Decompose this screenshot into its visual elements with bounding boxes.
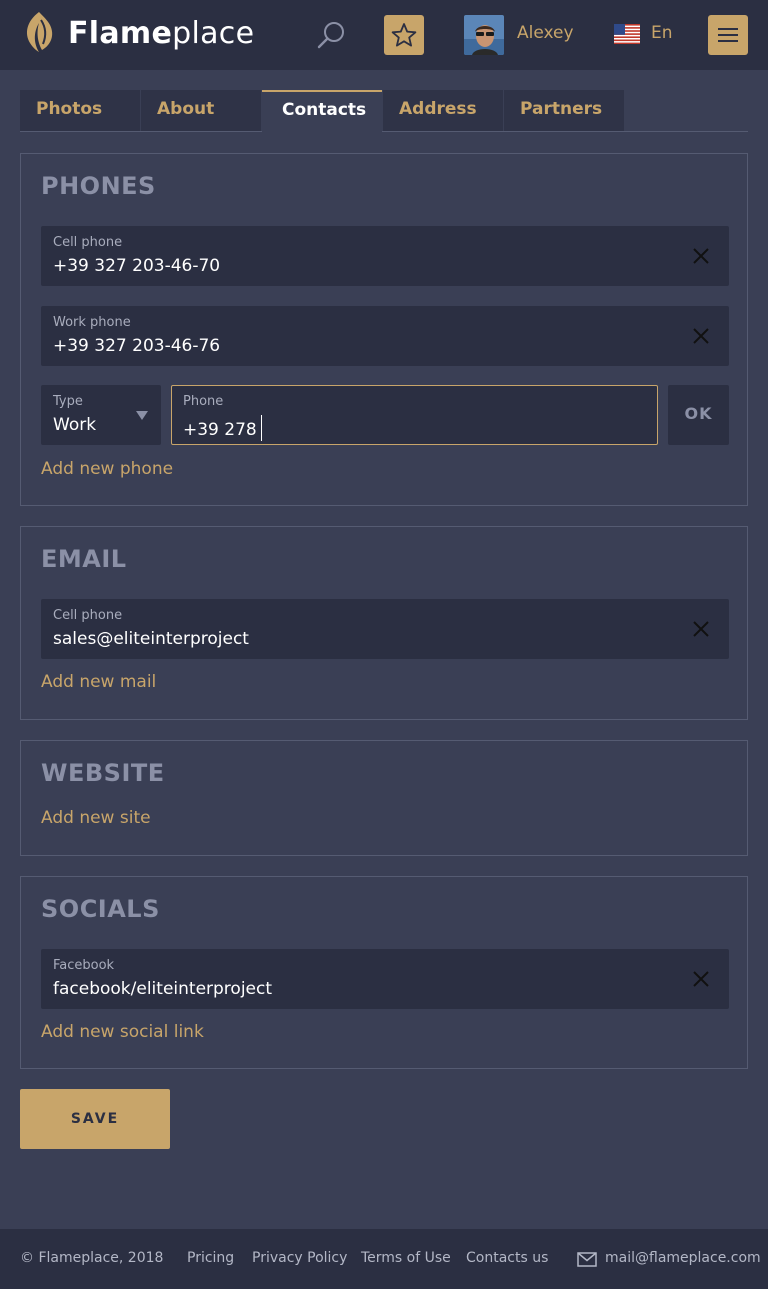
footer-link-contacts[interactable]: Contacts us bbox=[466, 1250, 548, 1266]
menu-line bbox=[718, 34, 738, 36]
field-label: Type bbox=[53, 394, 83, 409]
header: Flameplace Alexey En bbox=[0, 0, 768, 70]
tab-address[interactable]: Address bbox=[383, 90, 503, 131]
field-label: Facebook bbox=[53, 958, 115, 973]
field-value: facebook/eliteinterproject bbox=[53, 979, 273, 999]
footer-email-link[interactable]: mail@flameplace.com bbox=[605, 1250, 761, 1266]
field-value: Work bbox=[53, 415, 97, 435]
phone-type-select[interactable]: Type Work bbox=[41, 385, 161, 445]
new-phone-input[interactable]: Phone +39 278 bbox=[171, 385, 658, 445]
username[interactable]: Alexey bbox=[517, 23, 574, 43]
close-icon[interactable] bbox=[693, 621, 709, 637]
menu-line bbox=[718, 28, 738, 30]
text-caret bbox=[260, 415, 262, 441]
field-value-wrapper: +39 278 bbox=[183, 415, 262, 441]
brand-name[interactable]: Flameplace bbox=[68, 14, 254, 54]
close-icon[interactable] bbox=[693, 971, 709, 987]
add-mail-link[interactable]: Add new mail bbox=[41, 672, 156, 692]
brand-bold: Flame bbox=[68, 16, 173, 51]
field-value: sales@eliteinterproject bbox=[53, 629, 249, 649]
field-label: Work phone bbox=[53, 315, 131, 330]
us-flag-icon[interactable] bbox=[614, 24, 640, 44]
star-icon bbox=[391, 23, 417, 47]
add-social-link[interactable]: Add new social link bbox=[41, 1022, 204, 1042]
add-phone-link[interactable]: Add new phone bbox=[41, 459, 173, 479]
add-site-link[interactable]: Add new site bbox=[41, 808, 151, 828]
copyright: © Flameplace, 2018 bbox=[20, 1250, 164, 1266]
footer-link-pricing[interactable]: Pricing bbox=[187, 1250, 234, 1266]
menu-line bbox=[718, 40, 738, 42]
email-section: EMAIL Cell phone sales@eliteinterproject… bbox=[20, 526, 748, 720]
field-label: Cell phone bbox=[53, 608, 123, 623]
avatar[interactable] bbox=[464, 15, 504, 55]
footer: © Flameplace, 2018 Pricing Privacy Polic… bbox=[0, 1229, 768, 1289]
phones-section: PHONES Cell phone +39 327 203-46-70 Work… bbox=[20, 153, 748, 506]
flame-logo-icon[interactable] bbox=[22, 11, 56, 53]
close-icon[interactable] bbox=[693, 328, 709, 344]
field-label: Phone bbox=[183, 394, 224, 409]
section-title: SOCIALS bbox=[41, 895, 160, 923]
tab-bar: Photos About Contacts Address Partners bbox=[20, 90, 748, 132]
facebook-field[interactable]: Facebook facebook/eliteinterproject bbox=[41, 949, 729, 1009]
close-icon[interactable] bbox=[693, 248, 709, 264]
footer-link-privacy[interactable]: Privacy Policy bbox=[252, 1250, 347, 1266]
work-phone-field[interactable]: Work phone +39 327 203-46-76 bbox=[41, 306, 729, 366]
cell-phone-field[interactable]: Cell phone +39 327 203-46-70 bbox=[41, 226, 729, 286]
mail-icon bbox=[577, 1252, 597, 1267]
section-title: WEBSITE bbox=[41, 759, 165, 787]
tab-about[interactable]: About bbox=[141, 90, 261, 131]
field-value: +39 327 203-46-76 bbox=[53, 336, 221, 356]
section-title: PHONES bbox=[41, 172, 156, 200]
tab-contacts[interactable]: Contacts bbox=[262, 90, 382, 132]
footer-link-terms[interactable]: Terms of Use bbox=[361, 1250, 451, 1266]
language-selector[interactable]: En bbox=[651, 23, 673, 43]
section-title: EMAIL bbox=[41, 545, 127, 573]
dropdown-arrow-icon bbox=[136, 411, 148, 420]
field-value: +39 327 203-46-70 bbox=[53, 256, 221, 276]
favorites-button[interactable] bbox=[384, 15, 424, 55]
hamburger-menu-icon[interactable] bbox=[708, 15, 748, 55]
brand-light: place bbox=[172, 16, 255, 51]
tab-partners[interactable]: Partners bbox=[504, 90, 624, 131]
socials-section: SOCIALS Facebook facebook/eliteinterproj… bbox=[20, 876, 748, 1069]
ok-button[interactable]: OK bbox=[668, 385, 729, 445]
save-button[interactable]: SAVE bbox=[20, 1089, 170, 1149]
search-icon[interactable] bbox=[316, 19, 348, 51]
tab-photos[interactable]: Photos bbox=[20, 90, 140, 131]
website-section: WEBSITE Add new site bbox=[20, 740, 748, 856]
field-label: Cell phone bbox=[53, 235, 123, 250]
email-field[interactable]: Cell phone sales@eliteinterproject bbox=[41, 599, 729, 659]
phone-input-value: +39 278 bbox=[183, 420, 257, 440]
